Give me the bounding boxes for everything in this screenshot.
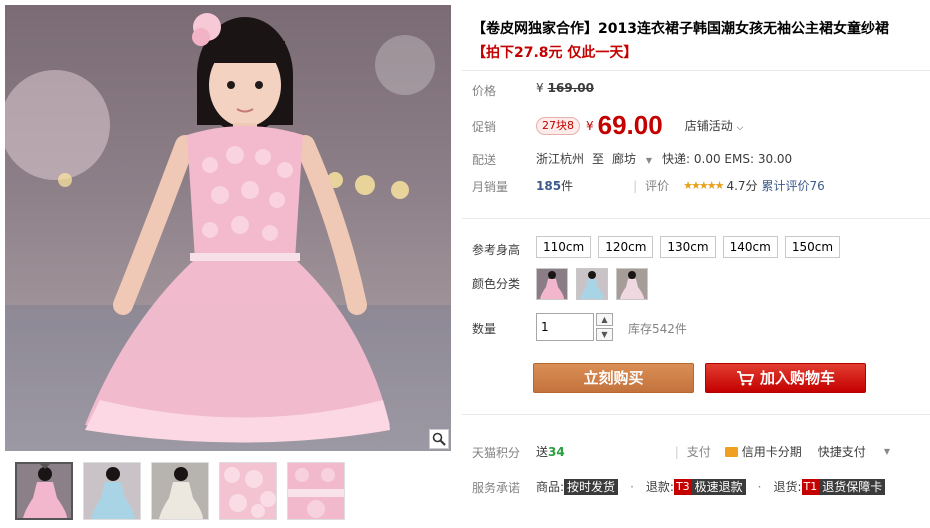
- divider: [462, 70, 930, 71]
- color-options: [536, 268, 648, 300]
- to-word: 至: [592, 152, 605, 166]
- thumbnail-strip: [15, 462, 345, 520]
- quantity-decrease-button[interactable]: ▼: [596, 328, 613, 341]
- promo-price-row: 27块8 ¥ 69.00 店铺活动 ⌵: [536, 110, 743, 141]
- product-subtitle: 【拍下27.8元 仅此一天】: [472, 45, 638, 61]
- shop-activity-label: 店铺活动: [684, 119, 733, 133]
- blue-dress-swatch: [577, 269, 607, 299]
- active-marker-icon: [39, 464, 51, 469]
- divider: [462, 414, 930, 415]
- add-to-cart-label: 加入购物车: [759, 369, 835, 387]
- color-option-pink[interactable]: [536, 268, 568, 300]
- review-label: 评价: [645, 179, 670, 193]
- thumbnail-2[interactable]: [83, 462, 141, 520]
- refund-label: 退款:: [645, 480, 674, 494]
- return-label: 退货:: [773, 480, 802, 494]
- separator: |: [633, 178, 638, 193]
- color-option-blue[interactable]: [576, 268, 608, 300]
- shipping-fee: 快递: 0.00 EMS: 30.00: [662, 152, 793, 166]
- dot-separator: ·: [630, 479, 634, 494]
- separator: |: [674, 444, 679, 459]
- points-row: 送 34 | 支付 信用卡分期 快捷支付 ▼: [536, 443, 890, 460]
- zoom-button[interactable]: [429, 429, 449, 449]
- delivery-row: 浙江杭州 至 廊坊 ▼ 快递: 0.00 EMS: 30.00: [536, 150, 792, 167]
- size-option-120[interactable]: 120cm: [598, 236, 654, 258]
- quantity-increase-button[interactable]: ▲: [596, 313, 613, 326]
- pink-dress-swatch: [537, 269, 567, 299]
- size-option-110[interactable]: 110cm: [536, 236, 592, 258]
- divider: [462, 218, 930, 219]
- thumbnail-white-dress: [152, 463, 208, 519]
- ship-to-dropdown[interactable]: 廊坊 ▼: [612, 150, 652, 167]
- credit-card-label: 信用卡分期: [741, 445, 802, 459]
- quantity-label: 数量: [472, 322, 497, 336]
- refund-code-badge: T3: [673, 478, 692, 495]
- original-price: 169.00: [547, 81, 594, 95]
- quick-pay-label: 快捷支付: [817, 445, 866, 459]
- thumbnail-blue-dress: [84, 463, 140, 519]
- white-dress-swatch: [617, 269, 647, 299]
- credit-card-installment[interactable]: 信用卡分期: [724, 443, 802, 460]
- points-amount: 34: [548, 444, 565, 459]
- currency-symbol: ¥: [536, 81, 544, 95]
- buy-now-button[interactable]: 立刻购买: [533, 363, 694, 393]
- size-option-150[interactable]: 150cm: [784, 236, 841, 258]
- triangle-down-icon[interactable]: ▼: [884, 447, 890, 456]
- delivery-label: 配送: [472, 153, 497, 167]
- total-reviews-link[interactable]: 累计评价76: [762, 177, 825, 194]
- product-photo: [5, 13, 451, 451]
- triangle-down-icon: ▼: [645, 156, 653, 165]
- sales-count: 185: [536, 178, 562, 193]
- tmall-points-label: 天猫积分: [472, 446, 521, 460]
- main-product-image[interactable]: [5, 5, 451, 451]
- service-row: 商品: 按时发货 · 退款: T3 极速退款 · 退货: T1 退货保障卡: [536, 478, 886, 495]
- promo-badge: 27块8: [536, 116, 580, 135]
- thumbnail-4[interactable]: [219, 462, 277, 520]
- magnifier-icon: [432, 432, 446, 446]
- return-guarantee-badge[interactable]: 退货保障卡: [819, 478, 886, 495]
- color-label: 颜色分类: [472, 277, 521, 291]
- quantity-input[interactable]: 1: [536, 313, 594, 341]
- thumbnail-1[interactable]: [15, 462, 73, 520]
- ship-to: 廊坊: [612, 152, 637, 166]
- caret-down-icon: ▼: [601, 330, 608, 339]
- on-time-delivery-badge[interactable]: 按时发货: [564, 478, 619, 495]
- chevron-down-icon: ⌵: [736, 123, 744, 133]
- payment-label: 支付: [686, 445, 711, 459]
- thumbnail-fabric-detail: [220, 463, 276, 519]
- promo-label: 促销: [472, 120, 497, 134]
- rating-stars-icon: ★★★★★: [683, 179, 724, 192]
- product-title: 【卷皮网独家合作】2013连衣裙子韩国潮女孩无袖公主裙女童纱裙: [472, 21, 889, 37]
- size-option-130[interactable]: 130cm: [660, 236, 716, 258]
- sales-unit: 件: [561, 179, 574, 193]
- return-code-badge: T1: [801, 478, 820, 495]
- original-price-row: ¥ 169.00: [536, 81, 594, 95]
- shopping-cart-icon: [736, 371, 754, 386]
- thumbnail-3[interactable]: [151, 462, 209, 520]
- monthly-sales-label: 月销量: [472, 180, 509, 194]
- goods-label: 商品:: [536, 480, 565, 494]
- dot-separator: ·: [757, 479, 762, 494]
- add-to-cart-button[interactable]: 加入购物车: [705, 363, 866, 393]
- service-label: 服务承诺: [472, 481, 521, 495]
- rating-score: 4.7分: [726, 179, 758, 193]
- promo-price: 69.00: [597, 110, 663, 140]
- points-send: 送: [536, 445, 549, 459]
- sales-row: 185 件 | 评价 ★★★★★ 4.7分 累计评价76: [536, 177, 825, 194]
- thumbnail-5[interactable]: [287, 462, 345, 520]
- caret-up-icon: ▲: [601, 315, 608, 324]
- fast-refund-badge[interactable]: 极速退款: [691, 478, 746, 495]
- size-label: 参考身高: [472, 243, 521, 257]
- thumbnail-belt-detail: [288, 463, 344, 519]
- credit-card-icon: [724, 446, 738, 457]
- shop-activity-dropdown[interactable]: 店铺活动 ⌵: [685, 117, 744, 134]
- size-options: 110cm 120cm 130cm 140cm 150cm: [536, 236, 841, 258]
- thumbnail-pink-dress: [17, 464, 71, 518]
- stock-count: 库存542件: [628, 322, 687, 336]
- size-option-140[interactable]: 140cm: [722, 236, 778, 258]
- currency-symbol: ¥: [586, 118, 594, 133]
- ship-from: 浙江杭州: [536, 152, 585, 166]
- price-label: 价格: [472, 84, 497, 98]
- color-option-white[interactable]: [616, 268, 648, 300]
